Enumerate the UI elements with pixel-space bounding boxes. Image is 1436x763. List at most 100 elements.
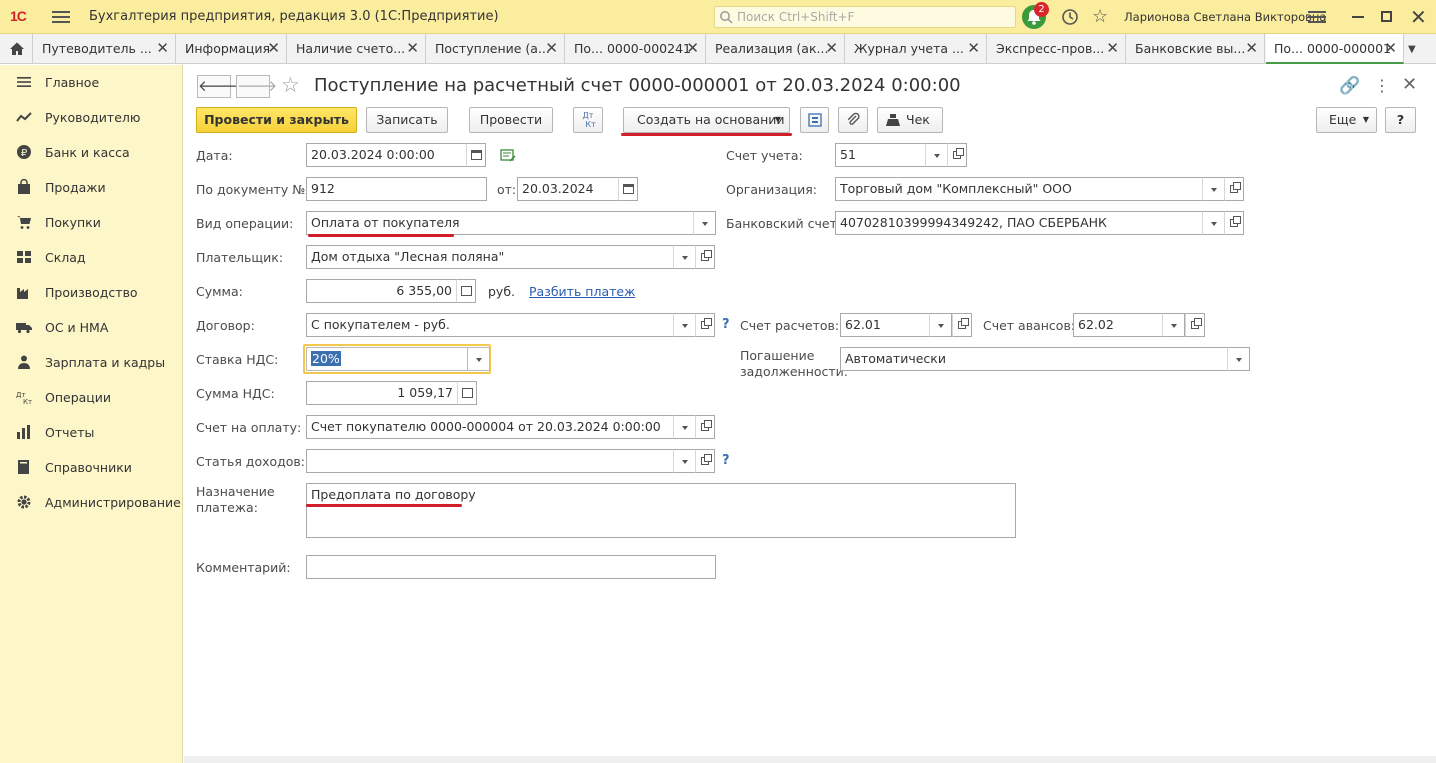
vat-rate-select[interactable]: 20%	[306, 347, 468, 371]
tab-sales[interactable]: Реализация (ак... ✕	[707, 34, 845, 64]
forward-button[interactable]: 🡒	[236, 75, 277, 98]
bank-account-input[interactable]: 40702810399994349242, ПАО СБЕРБАНК	[835, 211, 1203, 235]
open-payer-icon[interactable]	[695, 245, 715, 269]
tab-receipt-list[interactable]: Поступление (а... ✕	[427, 34, 565, 64]
dt-kt-button[interactable]: Дт Кт	[573, 107, 603, 133]
favorites-star-icon[interactable]: ☆	[1092, 6, 1108, 27]
sidebar-item-assets[interactable]: ОС и НМА	[0, 310, 183, 345]
tab-info[interactable]: Информация ✕	[177, 34, 287, 64]
comment-input[interactable]	[306, 555, 716, 579]
edit-date-icon[interactable]	[500, 148, 516, 162]
income-item-help-icon[interactable]: ?	[722, 453, 730, 468]
more-actions-icon[interactable]: ⋮	[1374, 76, 1390, 95]
open-account-icon[interactable]	[947, 143, 967, 167]
close-tab-icon[interactable]: ✕	[1245, 39, 1258, 57]
save-button[interactable]: Записать	[366, 107, 448, 133]
operation-type-dropdown[interactable]	[693, 211, 716, 235]
close-tab-icon[interactable]: ✕	[406, 39, 419, 57]
calculator-icon[interactable]	[457, 381, 477, 405]
contract-input[interactable]: С покупателем - руб.	[306, 313, 674, 337]
operation-type-select[interactable]: Оплата от покупателя	[306, 211, 694, 235]
sidebar-item-sales[interactable]: Продажи	[0, 170, 183, 205]
open-contract-icon[interactable]	[695, 313, 715, 337]
help-button[interactable]: ?	[1385, 107, 1416, 133]
close-tab-icon[interactable]: ✕	[967, 39, 980, 57]
settings-menu-icon[interactable]	[1308, 8, 1326, 24]
income-item-dropdown[interactable]	[673, 449, 696, 473]
close-tab-icon[interactable]: ✕	[267, 39, 280, 57]
current-user-name[interactable]: Ларионова Светлана Викторовна	[1124, 10, 1326, 24]
open-organization-icon[interactable]	[1224, 177, 1244, 201]
sum-input[interactable]: 6 355,00	[306, 279, 476, 303]
more-button[interactable]: Еще ▼	[1316, 107, 1377, 133]
purpose-textarea[interactable]: Предоплата по договору	[306, 483, 1016, 538]
tab-journal[interactable]: Журнал учета ... ✕	[846, 34, 987, 64]
link-icon[interactable]: 🔗	[1339, 76, 1360, 96]
payer-input[interactable]: Дом отдыха "Лесная поляна"	[306, 245, 674, 269]
vat-rate-dropdown[interactable]	[467, 347, 490, 371]
calculator-icon[interactable]	[456, 279, 476, 303]
sidebar-item-salary[interactable]: Зарплата и кадры	[0, 345, 183, 380]
doc-number-input[interactable]: 912	[306, 177, 487, 201]
tabs-more-icon[interactable]: ▼	[1408, 44, 1416, 55]
invoice-dropdown[interactable]	[673, 415, 696, 439]
sidebar-item-reports[interactable]: Отчеты	[0, 415, 183, 450]
structure-button[interactable]	[800, 107, 829, 133]
sidebar-item-warehouse[interactable]: Склад	[0, 240, 183, 275]
contract-dropdown[interactable]	[673, 313, 696, 337]
tab-bank-statements[interactable]: Банковские вы... ✕	[1127, 34, 1265, 64]
close-form-icon[interactable]: ✕	[1402, 74, 1417, 95]
sidebar-item-bank[interactable]: ₽ Банк и касса	[0, 135, 183, 170]
debt-repayment-select[interactable]: Автоматически	[840, 347, 1228, 371]
open-income-item-icon[interactable]	[695, 449, 715, 473]
receipt-button[interactable]: Чек	[877, 107, 943, 133]
close-tab-icon[interactable]: ✕	[1384, 39, 1397, 57]
calendar-icon[interactable]	[618, 177, 638, 201]
maximize-icon[interactable]	[1381, 11, 1392, 22]
tab-doc-241[interactable]: По... 0000-000241 ✕	[566, 34, 706, 64]
advance-account-input[interactable]: 62.02	[1073, 313, 1163, 337]
tab-accounts[interactable]: Наличие счето... ✕	[288, 34, 426, 64]
account-dropdown[interactable]	[925, 143, 948, 167]
organization-dropdown[interactable]	[1202, 177, 1225, 201]
minimize-icon[interactable]	[1352, 16, 1364, 18]
organization-input[interactable]: Торговый дом "Комплексный" ООО	[835, 177, 1203, 201]
close-tab-icon[interactable]: ✕	[825, 39, 838, 57]
tab-current-doc[interactable]: По... 0000-000001 ✕	[1266, 34, 1404, 64]
open-invoice-icon[interactable]	[695, 415, 715, 439]
sidebar-item-main[interactable]: Главное	[0, 65, 183, 100]
tab-guide[interactable]: Путеводитель ... ✕	[34, 34, 176, 64]
tab-express[interactable]: Экспресс-пров... ✕	[988, 34, 1126, 64]
close-tab-icon[interactable]: ✕	[686, 39, 699, 57]
open-advance-account-icon[interactable]	[1185, 313, 1205, 337]
back-button[interactable]: 🡐	[197, 75, 238, 98]
close-tab-icon[interactable]: ✕	[156, 39, 169, 57]
sidebar-item-admin[interactable]: Администрирование	[0, 485, 183, 520]
favorite-star-icon[interactable]: ☆	[281, 73, 300, 97]
invoice-input[interactable]: Счет покупателю 0000-000004 от 20.03.202…	[306, 415, 674, 439]
payer-dropdown[interactable]	[673, 245, 696, 269]
sidebar-item-manager[interactable]: Руководителю	[0, 100, 183, 135]
sidebar-item-purchases[interactable]: Покупки	[0, 205, 183, 240]
contract-help-icon[interactable]: ?	[722, 317, 730, 332]
calendar-icon[interactable]	[466, 143, 486, 167]
bank-account-dropdown[interactable]	[1202, 211, 1225, 235]
vat-sum-input[interactable]: 1 059,17	[306, 381, 458, 405]
close-tab-icon[interactable]: ✕	[545, 39, 558, 57]
account-input[interactable]: 51	[835, 143, 927, 167]
income-item-input[interactable]	[306, 449, 674, 473]
post-and-close-button[interactable]: Провести и закрыть	[196, 107, 357, 133]
global-search-input[interactable]: Поиск Ctrl+Shift+F	[714, 6, 1016, 28]
split-payment-link[interactable]: Разбить платеж	[529, 284, 635, 299]
create-based-on-button[interactable]: Создать на основании ▼	[623, 107, 790, 133]
attach-button[interactable]	[838, 107, 868, 133]
home-tab[interactable]	[0, 34, 33, 64]
sidebar-item-operations[interactable]: Дт Кт Операции	[0, 380, 183, 415]
close-window-icon[interactable]: ✕	[1410, 5, 1427, 29]
sidebar-item-production[interactable]: Производство	[0, 275, 183, 310]
close-tab-icon[interactable]: ✕	[1106, 39, 1119, 57]
advance-account-dropdown[interactable]	[1162, 313, 1185, 337]
open-bank-account-icon[interactable]	[1224, 211, 1244, 235]
hamburger-menu-icon[interactable]	[52, 8, 70, 24]
settlement-account-input[interactable]: 62.01	[840, 313, 931, 337]
